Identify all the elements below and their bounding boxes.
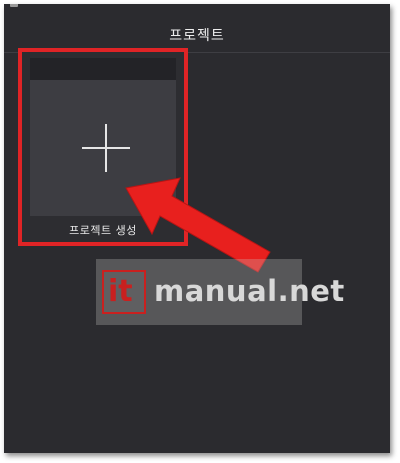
- status-bar-indicator: [10, 4, 18, 7]
- watermark: it manual.net: [96, 259, 344, 325]
- card-top-strip: [30, 58, 176, 80]
- watermark-logo-text: it: [108, 274, 133, 309]
- app-window: 프로젝트 프로젝트 생성 it manual.net: [4, 4, 390, 453]
- plus-icon: [105, 124, 107, 172]
- red-arrow-shape: [125, 177, 271, 273]
- watermark-logo: it: [102, 270, 146, 314]
- page-title: 프로젝트: [169, 28, 225, 44]
- watermark-text: manual.net: [154, 274, 345, 308]
